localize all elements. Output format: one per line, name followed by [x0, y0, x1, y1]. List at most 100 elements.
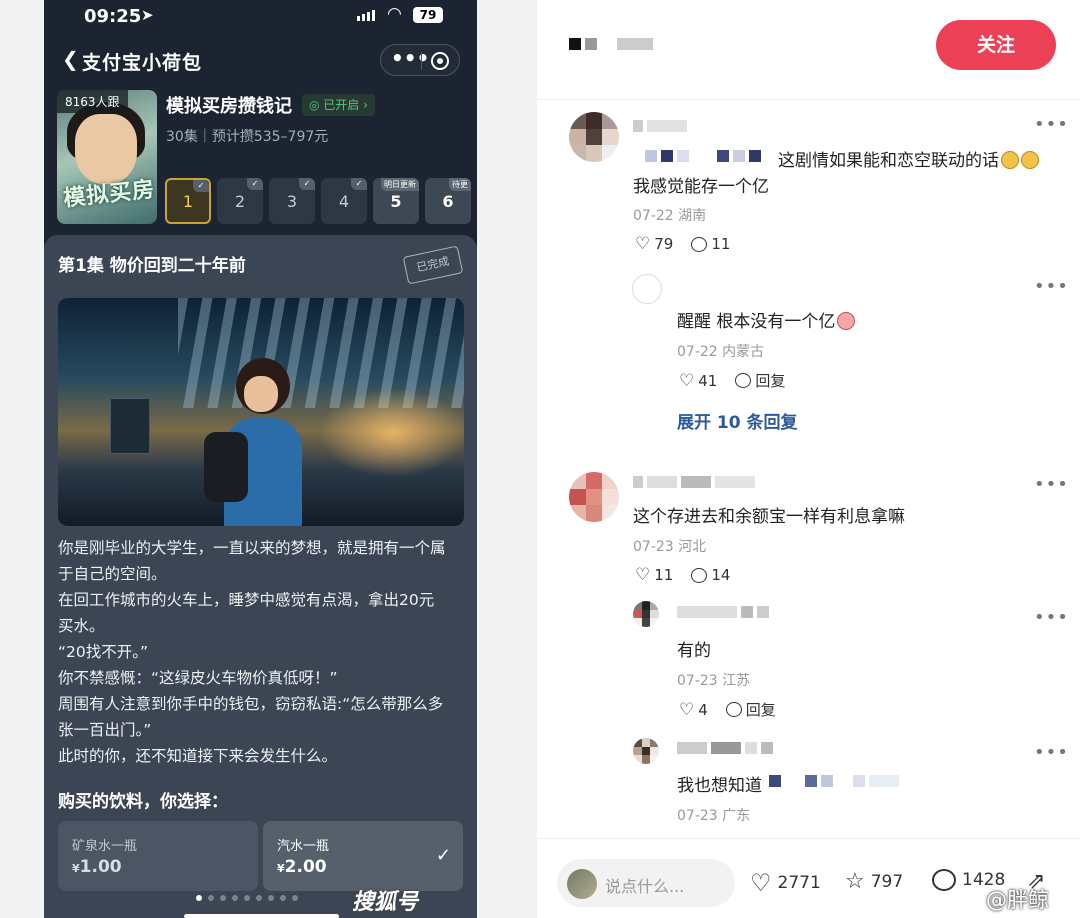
- more-options-icon[interactable]: •••: [1034, 607, 1069, 628]
- reply-button[interactable]: 回复: [725, 699, 776, 720]
- expand-replies-link[interactable]: 展开 10 条回复: [677, 408, 798, 433]
- comment-text: 有的: [677, 641, 711, 661]
- follower-count-badge: 8163人跟: [57, 90, 128, 113]
- mosaic-cell: [711, 742, 741, 754]
- mosaic-cell: [715, 476, 755, 488]
- reply-count: 11: [711, 235, 731, 253]
- page-dot: [280, 895, 286, 901]
- comment-date: 07-23: [677, 673, 718, 689]
- comment-meta: 07-23 河北: [633, 536, 706, 556]
- reply-button[interactable]: 14: [691, 566, 730, 584]
- comment-meta: 07-23 江苏: [677, 670, 750, 690]
- episode-4[interactable]: 4 ✓: [321, 178, 367, 224]
- commenter-name-blurred: [677, 742, 773, 754]
- sohu-watermark: 搜狐号: [352, 890, 419, 915]
- location-arrow-icon: ➤: [141, 6, 154, 24]
- collect-count: 797: [870, 871, 904, 892]
- opened-status-badge[interactable]: ◎ 已开启 ›: [302, 94, 375, 116]
- page-dot: [268, 895, 274, 901]
- episode-5[interactable]: 5 明日更新: [373, 178, 419, 224]
- heart-icon: ♡: [679, 370, 695, 391]
- reply-button[interactable]: 回复: [735, 370, 785, 391]
- status-bar: 09:25 ➤ ◠ 79: [44, 0, 477, 34]
- back-arrow-icon[interactable]: ❮: [62, 47, 79, 71]
- like-button[interactable]: ♡ 11: [635, 565, 673, 585]
- mosaic-cell: [745, 742, 757, 754]
- cover-art-text: 模拟买房: [62, 177, 157, 212]
- like-count: 4: [698, 700, 708, 719]
- completed-stamp: 已完成: [402, 245, 464, 285]
- episode-tag: 明日更新: [381, 178, 419, 191]
- mention-blurred: [645, 150, 761, 162]
- comment-bubble-icon: [932, 869, 956, 891]
- story-text: 你是刚毕业的大学生，一直以来的梦想，就是拥有一个属 于自己的空间。 在回工作城市…: [58, 535, 468, 769]
- avatar[interactable]: [633, 738, 659, 764]
- comment-text-line: 这剧情如果能和恋空联动的话: [778, 151, 999, 171]
- follow-button[interactable]: 关注: [936, 20, 1056, 70]
- like-button[interactable]: ♡ 41: [679, 371, 717, 391]
- option-water[interactable]: 矿泉水一瓶 ¥1.00: [58, 821, 258, 891]
- page-dot: [196, 895, 202, 901]
- episode-1[interactable]: 1 ✓: [165, 178, 211, 224]
- mosaic-cell: [647, 120, 687, 132]
- like-button[interactable]: ♡ 4: [679, 700, 708, 720]
- close-target-icon[interactable]: [431, 52, 449, 70]
- page-title: 支付宝小荷包: [82, 52, 203, 74]
- collect-button[interactable]: ☆ 797: [845, 869, 903, 894]
- like-count: 41: [698, 371, 718, 390]
- avatar[interactable]: [633, 601, 659, 627]
- comment-bubble-icon: [691, 236, 708, 252]
- avatar[interactable]: [569, 472, 619, 522]
- more-options-icon[interactable]: •••: [1034, 742, 1069, 763]
- comment-meta: 07-22 内蒙古: [677, 341, 764, 361]
- comment-input[interactable]: 说点什么...: [557, 859, 735, 907]
- my-avatar: [567, 869, 597, 899]
- comment-location: 广东: [722, 808, 751, 824]
- like-button[interactable]: ♡ 79: [635, 234, 673, 254]
- comment-actions: ♡ 11 14: [635, 565, 730, 585]
- episode-illustration: [58, 298, 464, 526]
- book-title: 模拟买房攒钱记: [166, 96, 292, 117]
- heart-icon: ♡: [635, 565, 651, 585]
- mosaic-cell: [617, 38, 653, 50]
- mini-program-capsule: •••: [380, 44, 460, 76]
- episode-number: 2: [234, 192, 246, 211]
- like-count: 11: [654, 566, 674, 584]
- schedule-board-shape: [110, 398, 150, 454]
- comment-text: 我也想知道: [677, 776, 762, 796]
- story-paragraph: 周围有人注意到你手中的钱包，窃窃私语:“怎么带那么多 张一百出门。”: [58, 695, 444, 739]
- selected-check-icon: ✓: [435, 845, 451, 866]
- comment-text: 这剧情如果能和恋空联动的话: [778, 146, 1039, 171]
- wifi-icon: ◠: [387, 4, 402, 24]
- more-options-icon[interactable]: •••: [1034, 276, 1069, 297]
- reply-label: 回复: [745, 701, 776, 719]
- reply-count: 14: [711, 566, 731, 584]
- author-watermark: @胖鲸: [986, 888, 1049, 912]
- mosaic-cell: [693, 150, 713, 162]
- post-like-button[interactable]: ♡ 2771: [750, 869, 821, 897]
- avatar[interactable]: [569, 112, 619, 162]
- episode-3[interactable]: 3 ✓: [269, 178, 315, 224]
- mosaic-cell: [757, 606, 769, 618]
- more-options-icon[interactable]: •••: [391, 46, 429, 70]
- mosaic-cell: [585, 38, 597, 50]
- comment-meta: 07-23 广东: [677, 805, 750, 825]
- comment-text: 这个存进去和余额宝一样有利息拿嘛: [633, 507, 905, 527]
- emoji-icon: [1001, 151, 1019, 169]
- story-paragraph: “20找不开。”: [58, 643, 149, 661]
- mosaic-cell: [805, 775, 817, 787]
- more-options-icon[interactable]: •••: [1034, 114, 1069, 135]
- page-dot: [244, 895, 250, 901]
- episode-2[interactable]: 2 ✓: [217, 178, 263, 224]
- episode-6[interactable]: 6 待更: [425, 178, 471, 224]
- more-options-icon[interactable]: •••: [1034, 474, 1069, 495]
- avatar[interactable]: [632, 274, 662, 304]
- option-soda[interactable]: 汽水一瓶 ¥2.00 ✓: [263, 821, 463, 891]
- reply-button[interactable]: 11: [691, 235, 730, 253]
- currency-symbol: ¥: [277, 862, 285, 875]
- star-icon: ☆: [845, 869, 865, 894]
- episode-number: 4: [338, 192, 350, 211]
- commenter-name-blurred: [633, 120, 687, 132]
- story-paragraph: 在回工作城市的火车上，睡梦中感觉有点渴，拿出20元 买水。: [58, 591, 435, 635]
- option-name: 汽水一瓶: [277, 839, 330, 854]
